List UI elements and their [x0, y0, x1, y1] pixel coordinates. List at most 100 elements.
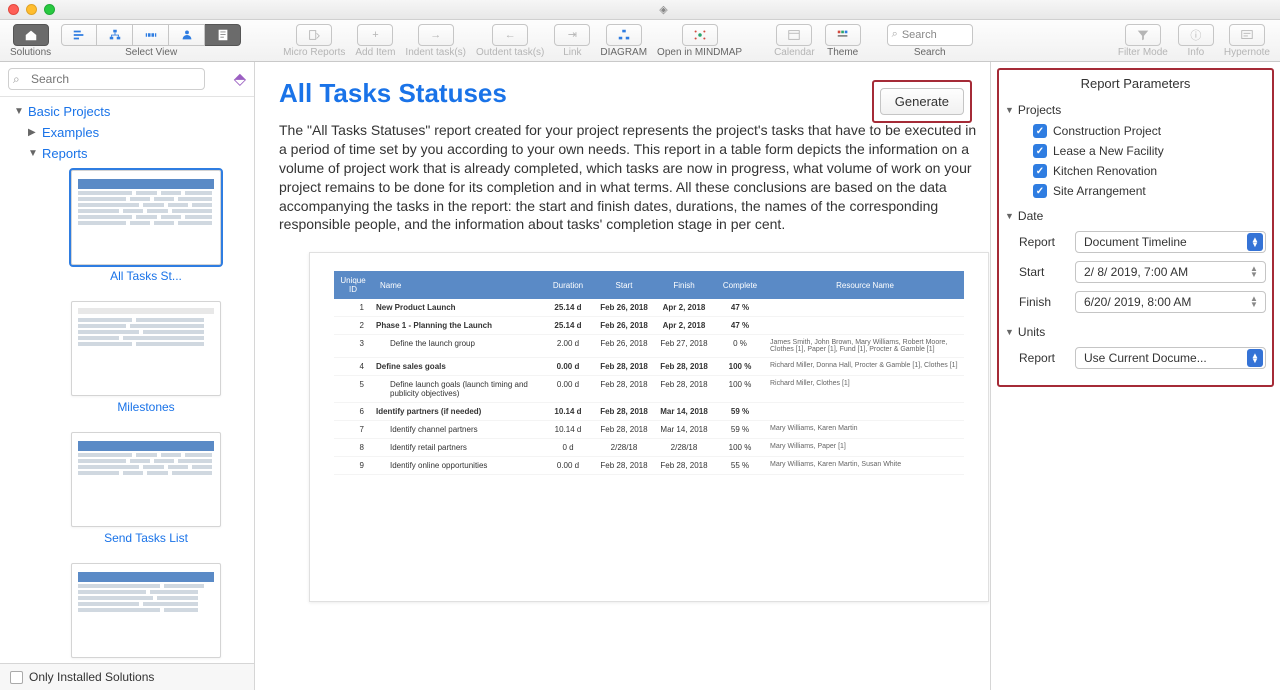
- chevron-down-icon: ▼: [1005, 105, 1014, 115]
- report-thumb-send-tasks[interactable]: Send Tasks List: [22, 426, 246, 557]
- solutions-button[interactable]: [13, 24, 49, 46]
- report-parameters-box: Report Parameters ▼Projects ✓ Constructio…: [997, 68, 1274, 387]
- toolbar: Solutions Select View Micro Reports +Add…: [0, 20, 1280, 62]
- close-window-icon[interactable]: [8, 4, 19, 15]
- info-button[interactable]: ⓘ: [1178, 24, 1214, 46]
- outdent-button[interactable]: ←: [492, 24, 528, 46]
- toolgroup-select-view: Select View: [57, 24, 245, 58]
- window-title: ◈: [55, 3, 1272, 16]
- table-row: 6Identify partners (if needed)10.14 dFeb…: [334, 403, 964, 421]
- table-header: Resource Name: [766, 271, 964, 299]
- stepper-icon[interactable]: ▲▼: [1247, 266, 1261, 278]
- search-icon: ⌕: [13, 72, 20, 87]
- rp-start-label: Start: [1019, 265, 1067, 279]
- rp-report-label: Report: [1019, 235, 1067, 249]
- solutions-label: Solutions: [10, 47, 51, 58]
- table-row: 7Identify channel partners10.14 dFeb 28,…: [334, 421, 964, 439]
- preview-table: Unique IDNameDurationStartFinishComplete…: [334, 271, 964, 475]
- rp-date-header[interactable]: ▼Date: [1005, 205, 1266, 227]
- rp-projects-header[interactable]: ▼Projects: [1005, 99, 1266, 121]
- calendar-button[interactable]: [776, 24, 812, 46]
- project-checkbox-row[interactable]: ✓ Site Arrangement: [1005, 181, 1266, 201]
- rp-report-select[interactable]: Document Timeline ▲▼: [1075, 231, 1266, 253]
- report-thumb-milestones[interactable]: Milestones: [22, 295, 246, 426]
- rp-finish-label: Finish: [1019, 295, 1067, 309]
- home-icon[interactable]: ⬘: [234, 69, 246, 89]
- view-gantt-button[interactable]: [61, 24, 97, 46]
- table-row: 4Define sales goals0.00 dFeb 28, 2018Feb…: [334, 358, 964, 376]
- generate-button[interactable]: Generate: [880, 88, 964, 115]
- project-label: Kitchen Renovation: [1053, 164, 1157, 178]
- zoom-window-icon[interactable]: [44, 4, 55, 15]
- add-item-button[interactable]: +: [357, 24, 393, 46]
- stepper-icon[interactable]: ▲▼: [1247, 296, 1261, 308]
- project-checkbox-row[interactable]: ✓ Kitchen Renovation: [1005, 161, 1266, 181]
- select-arrows-icon: ▲▼: [1247, 349, 1263, 367]
- toolbar-search-input[interactable]: ⌕Search: [887, 24, 973, 46]
- sidebar: ⌕ ⬘ ▼ Basic Projects ▶ Examples ▼: [0, 62, 255, 690]
- rp-finish-input[interactable]: 6/20/ 2019, 8:00 AM ▲▼: [1075, 291, 1266, 313]
- chevron-down-icon: ▼: [14, 106, 24, 117]
- indent-button[interactable]: →: [418, 24, 454, 46]
- project-checkbox-row[interactable]: ✓Lease a New Facility: [1005, 141, 1266, 161]
- sidebar-search-row: ⌕ ⬘: [0, 62, 254, 97]
- table-row: 8Identify retail partners0 d2/28/182/28/…: [334, 439, 964, 457]
- rp-units-report-label: Report: [1019, 351, 1067, 365]
- rp-units-select[interactable]: Use Current Docume... ▲▼: [1075, 347, 1266, 369]
- view-tree-button[interactable]: [97, 24, 133, 46]
- open-mindmap-button[interactable]: [682, 24, 718, 46]
- chevron-down-icon: ▼: [28, 148, 38, 159]
- checkbox-checked-icon: ✓: [1033, 124, 1047, 138]
- table-header: Unique ID: [334, 271, 372, 299]
- only-installed-checkbox[interactable]: [10, 671, 23, 684]
- rp-units-header[interactable]: ▼Units: [1005, 321, 1266, 343]
- micro-reports-button[interactable]: [296, 24, 332, 46]
- rp-start-input[interactable]: 2/ 8/ 2019, 7:00 AM ▲▼: [1075, 261, 1266, 283]
- tree-node-examples[interactable]: ▶ Examples: [22, 122, 246, 143]
- generate-highlight: Generate: [872, 80, 972, 123]
- toolgroup-search: ⌕Search Search: [883, 24, 977, 58]
- view-resources-button[interactable]: [169, 24, 205, 46]
- view-timeline-button[interactable]: [133, 24, 169, 46]
- view-report-button[interactable]: [205, 24, 241, 46]
- filter-mode-button[interactable]: [1125, 24, 1161, 46]
- content-area: Generate All Tasks Statuses The "All Tas…: [255, 62, 990, 690]
- table-header: Duration: [542, 271, 594, 299]
- project-checkbox-row[interactable]: ✓ Construction Project: [1005, 121, 1266, 141]
- report-thumb-all-tasks[interactable]: All Tasks St...: [22, 164, 246, 295]
- sidebar-search-input[interactable]: [8, 68, 205, 90]
- table-row: 9Identify online opportunities0.00 dFeb …: [334, 457, 964, 475]
- minimize-window-icon[interactable]: [26, 4, 37, 15]
- chevron-right-icon: ▶: [28, 127, 38, 138]
- report-thumb-tasks-notes[interactable]: Tasks and Notes: [22, 557, 246, 663]
- theme-button[interactable]: [825, 24, 861, 46]
- diagram-button[interactable]: [606, 24, 642, 46]
- table-row: 3Define the launch group2.00 dFeb 26, 20…: [334, 335, 964, 358]
- tree-node-reports[interactable]: ▼ Reports: [22, 143, 246, 164]
- hypernote-button[interactable]: [1229, 24, 1265, 46]
- checkbox-checked-icon: ✓: [1033, 164, 1047, 178]
- project-label: Site Arrangement: [1053, 184, 1146, 198]
- table-row: 1New Product Launch25.14 dFeb 26, 2018Ap…: [334, 299, 964, 317]
- chevron-down-icon: ▼: [1005, 327, 1014, 337]
- table-row: 2Phase 1 - Planning the Launch25.14 dFeb…: [334, 317, 964, 335]
- select-view-label: Select View: [125, 47, 177, 58]
- toolgroup-solutions: Solutions: [6, 24, 55, 58]
- only-installed-label: Only Installed Solutions: [29, 670, 154, 684]
- project-label: Construction Project: [1053, 124, 1161, 138]
- table-header: Name: [372, 271, 542, 299]
- table-header: Complete: [714, 271, 766, 299]
- select-arrows-icon: ▲▼: [1247, 233, 1263, 251]
- window-controls: [8, 4, 55, 15]
- checkbox-checked-icon: ✓: [1033, 184, 1047, 198]
- right-panel: Report Parameters ▼Projects ✓ Constructio…: [990, 62, 1280, 690]
- report-description: The "All Tasks Statuses" report created …: [279, 121, 978, 234]
- table-header: Start: [594, 271, 654, 299]
- link-button[interactable]: ⇥: [554, 24, 590, 46]
- checkbox-checked-icon: ✓: [1033, 144, 1047, 158]
- rp-title: Report Parameters: [1005, 74, 1266, 97]
- window-titlebar: ◈: [0, 0, 1280, 20]
- report-preview: Unique IDNameDurationStartFinishComplete…: [309, 252, 989, 602]
- tree-root-basic-projects[interactable]: ▼ Basic Projects: [8, 101, 246, 122]
- sidebar-footer: Only Installed Solutions: [0, 663, 254, 690]
